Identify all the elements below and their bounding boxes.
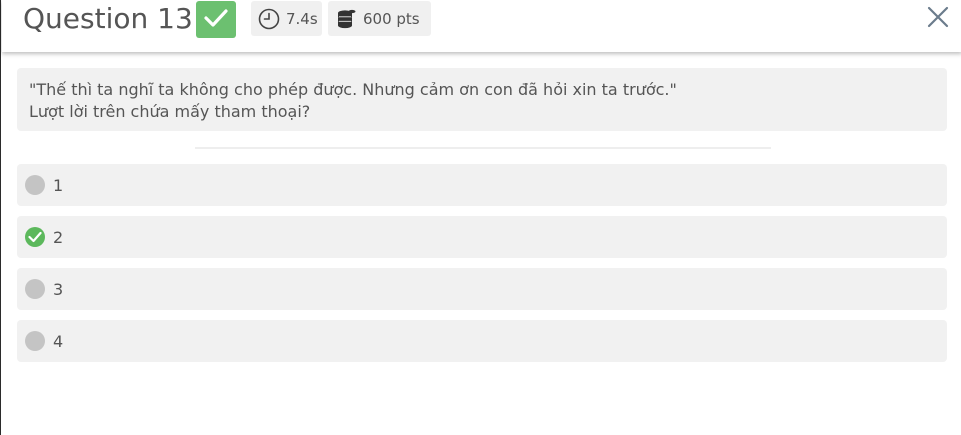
option-label: 3	[53, 279, 64, 299]
quiz-review-panel: Question 13 7.4s 600 pts "Thế thì ta ngh…	[0, 0, 961, 435]
points-chip: 600 pts	[328, 1, 431, 36]
unselected-radio-icon	[25, 331, 45, 351]
option-label: 4	[53, 331, 64, 351]
question-quote: "Thế thì ta nghĩ ta không cho phép được.…	[29, 80, 677, 99]
divider	[195, 147, 771, 149]
option-label: 2	[53, 227, 64, 247]
clock-icon	[258, 8, 280, 30]
check-icon	[204, 8, 228, 32]
correct-check-icon	[25, 227, 45, 247]
close-icon[interactable]	[927, 6, 949, 32]
answer-options: 1 2 3 4	[17, 164, 947, 372]
answer-option-1[interactable]: 1	[17, 164, 947, 206]
question-header: Question 13 7.4s 600 pts	[2, 0, 961, 52]
question-prompt: Lượt lời trên chứa mấy tham thoại?	[29, 102, 311, 121]
unselected-radio-icon	[25, 175, 45, 195]
answer-option-4[interactable]: 4	[17, 320, 947, 362]
coins-icon	[335, 8, 357, 30]
points-value: 600 pts	[363, 9, 420, 28]
question-text-box: "Thế thì ta nghĩ ta không cho phép được.…	[17, 68, 947, 131]
answer-option-2[interactable]: 2	[17, 216, 947, 258]
close-button[interactable]	[924, 5, 952, 33]
time-chip: 7.4s	[251, 1, 322, 36]
correct-status-badge	[196, 1, 236, 38]
unselected-radio-icon	[25, 279, 45, 299]
answer-option-3[interactable]: 3	[17, 268, 947, 310]
option-label: 1	[53, 175, 64, 195]
question-title: Question 13	[23, 2, 193, 35]
time-value: 7.4s	[286, 9, 318, 28]
